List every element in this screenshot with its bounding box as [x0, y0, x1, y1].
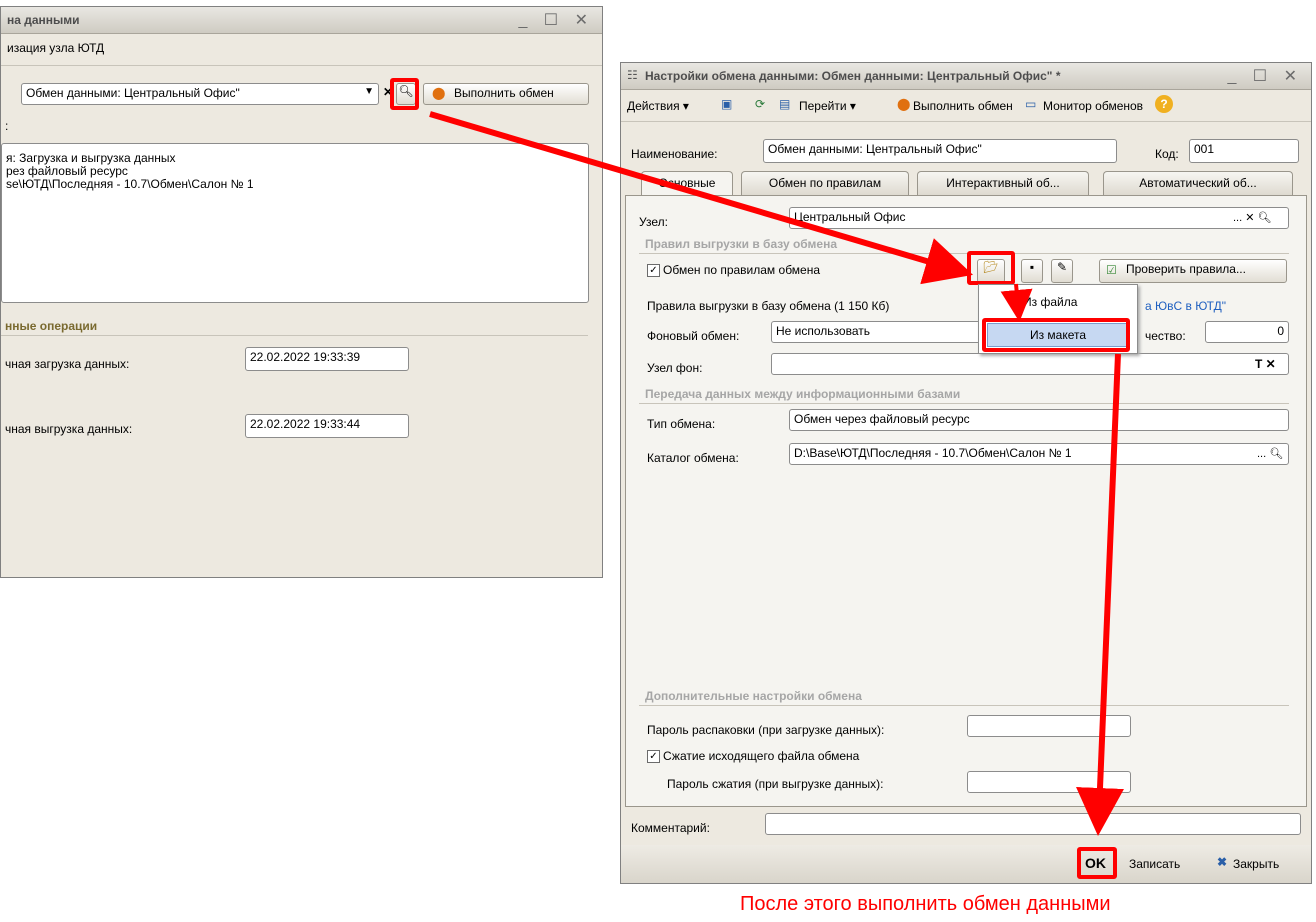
- arrow-load-to-template: [1000, 283, 1033, 322]
- arrow-search-to-load: [429, 111, 974, 285]
- arrow-template-to-ok: [1076, 353, 1124, 836]
- annotation-arrows: [429, 111, 1124, 836]
- instruction-caption: После этого выполнить обмен данными: [740, 893, 1111, 915]
